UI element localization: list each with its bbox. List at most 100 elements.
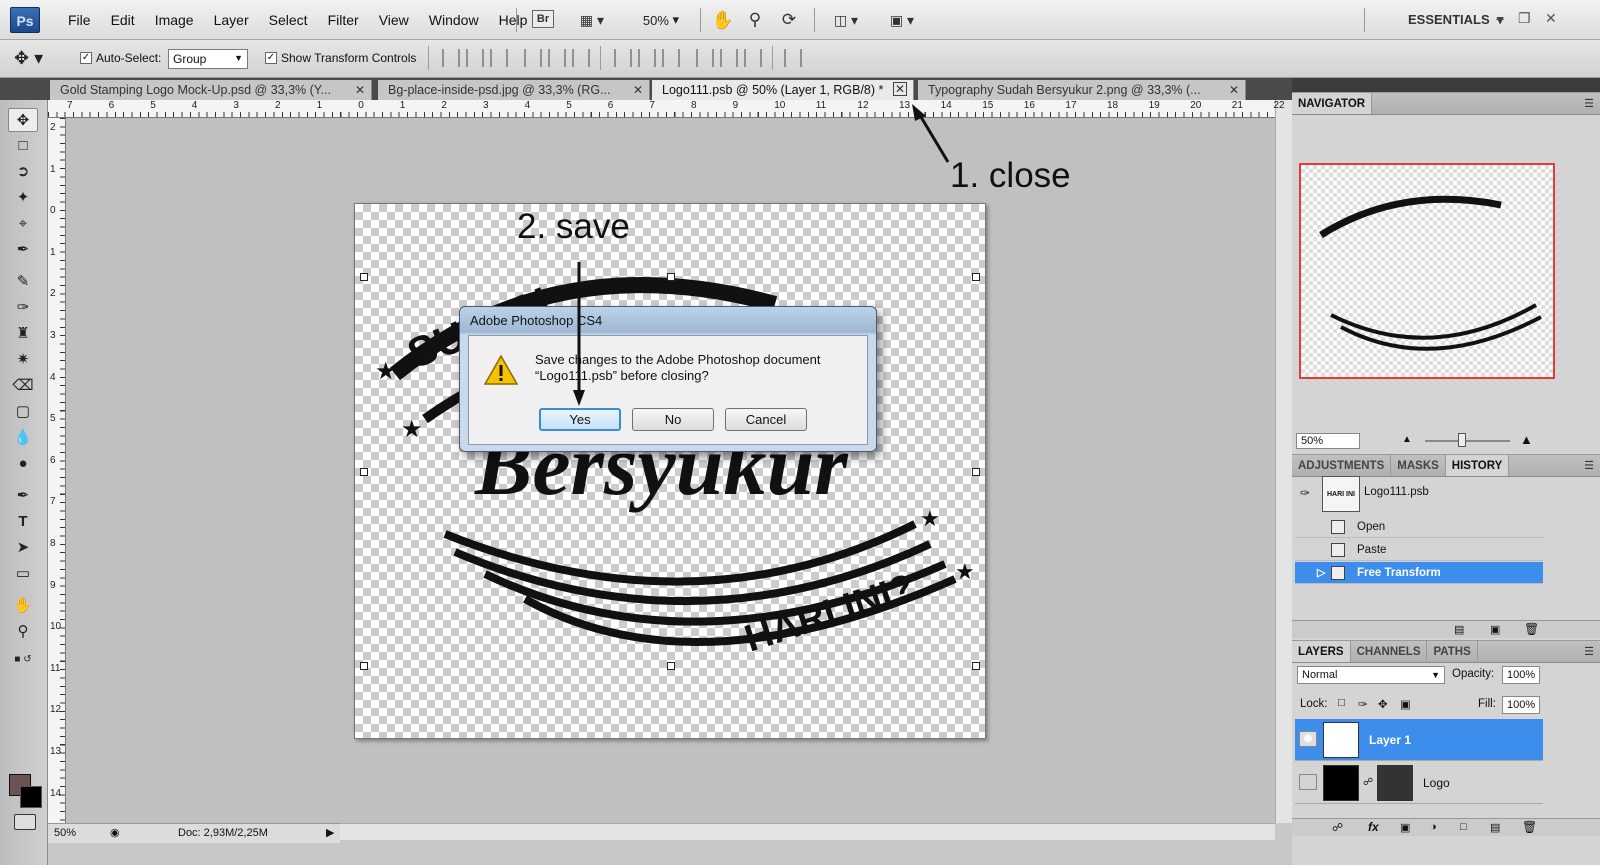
history-brush-tool-icon[interactable]: ✷ — [8, 348, 38, 372]
hand-tool-icon[interactable]: ✋ — [8, 594, 38, 618]
crop-tool-icon[interactable]: ⌖ — [8, 212, 38, 236]
new-layer-icon[interactable]: ▤ — [1490, 821, 1500, 834]
tab-paths[interactable]: PATHS — [1427, 641, 1478, 662]
menu-image[interactable]: Image — [145, 0, 204, 40]
zoom-out-icon[interactable]: ▲ — [1402, 434, 1412, 445]
document-canvas[interactable]: ★ ★ SUDAH Bersyukur HARI INI? ★ ★ — [354, 203, 986, 739]
menu-layer[interactable]: Layer — [204, 0, 259, 40]
transform-handle[interactable] — [667, 662, 675, 670]
auto-select-dropdown[interactable]: Group ▼ — [168, 49, 248, 69]
align-hcenter-icon[interactable] — [548, 49, 566, 67]
lock-all-icon[interactable]: ▣ — [1400, 697, 1411, 711]
tab-channels[interactable]: CHANNELS — [1351, 641, 1428, 662]
view-extras-icon[interactable]: ▦ ▾ — [572, 10, 612, 30]
delete-layer-icon[interactable]: 🗑 — [1522, 820, 1537, 834]
distribute-right-icon[interactable] — [744, 49, 762, 67]
document-tab[interactable]: Gold Stamping Logo Mock-Up.psd @ 33,3% (… — [50, 80, 372, 100]
document-tab-active[interactable]: Logo111.psb @ 50% (Layer 1, RGB/8) * ✕ — [652, 80, 914, 100]
opacity-field[interactable]: 100% — [1502, 666, 1540, 684]
tab-navigator[interactable]: NAVIGATOR — [1292, 93, 1373, 114]
history-state[interactable]: Paste — [1295, 539, 1543, 561]
swap-colors-icon[interactable]: ■ ↺ — [8, 648, 38, 672]
distribute-hcenter-icon[interactable] — [720, 49, 738, 67]
zoom-level-dropdown[interactable]: 50% ▾ — [636, 10, 686, 30]
history-state[interactable]: Open — [1295, 516, 1543, 538]
hand-tool-icon[interactable]: ✋ — [712, 10, 734, 30]
zoom-tool-icon[interactable]: ⚲ — [744, 10, 766, 30]
eraser-tool-icon[interactable]: ⌫ — [8, 374, 38, 398]
tab-layers[interactable]: LAYERS — [1292, 641, 1351, 662]
clone-stamp-tool-icon[interactable]: ♜ — [8, 322, 38, 346]
canvas-area[interactable]: ★ ★ SUDAH Bersyukur HARI INI? ★ ★ — [66, 118, 1275, 823]
panel-menu-icon[interactable]: ☰ — [1584, 97, 1594, 110]
blur-tool-icon[interactable]: 💧 — [8, 426, 38, 450]
vertical-scrollbar[interactable] — [1275, 100, 1292, 823]
link-layers-icon[interactable]: ☍ — [1332, 821, 1343, 834]
auto-align-layers-icon[interactable] — [784, 49, 802, 67]
tab-adjustments[interactable]: ADJUSTMENTS — [1292, 455, 1392, 476]
transform-handle[interactable] — [360, 662, 368, 670]
close-tab-icon[interactable]: ✕ — [355, 80, 365, 100]
close-window-icon[interactable]: ✕ — [1545, 10, 1557, 27]
restore-icon[interactable]: ❐ — [1518, 10, 1531, 27]
pen-tool-icon[interactable]: ✒ — [8, 484, 38, 508]
navigator-zoom-knob[interactable] — [1458, 433, 1466, 447]
menu-help[interactable]: Help — [489, 0, 538, 40]
menu-view[interactable]: View — [369, 0, 419, 40]
distribute-top-icon[interactable] — [614, 49, 632, 67]
menu-edit[interactable]: Edit — [101, 0, 145, 40]
panel-menu-icon[interactable]: ☰ — [1584, 459, 1594, 472]
status-zoom[interactable]: 50% — [54, 827, 76, 839]
auto-select-checkbox[interactable]: ✓ Auto-Select: — [80, 51, 161, 65]
close-tab-icon[interactable]: ✕ — [633, 80, 643, 100]
marquee-tool-icon[interactable]: □ — [8, 134, 38, 158]
tab-history[interactable]: HISTORY — [1445, 455, 1510, 476]
transform-handle[interactable] — [972, 662, 980, 670]
menu-filter[interactable]: Filter — [318, 0, 369, 40]
move-tool-icon[interactable]: ✥ — [8, 108, 38, 132]
document-tab[interactable]: Typography Sudah Bersyukur 2.png @ 33,3%… — [918, 80, 1246, 100]
workspace-switcher[interactable]: ESSENTIALS ▾ — [1408, 0, 1503, 40]
lock-transparent-icon[interactable]: □ — [1338, 697, 1345, 709]
minimize-icon[interactable]: – — [1496, 10, 1504, 26]
history-brush-source-icon[interactable]: ✑ — [1300, 486, 1310, 500]
layer-row[interactable]: ☍ Logo — [1295, 762, 1543, 804]
close-tab-icon[interactable]: ✕ — [893, 82, 907, 96]
new-document-from-state-icon[interactable]: ▤ — [1454, 623, 1464, 636]
background-color-swatch[interactable] — [20, 786, 42, 808]
align-vcenter-icon[interactable] — [466, 49, 484, 67]
close-tab-icon[interactable]: ✕ — [1229, 80, 1239, 100]
status-info-icon[interactable]: ◉ — [110, 826, 120, 839]
type-tool-icon[interactable]: T — [8, 510, 38, 534]
zoom-in-icon[interactable]: ▲ — [1520, 432, 1533, 447]
transform-handle[interactable] — [972, 468, 980, 476]
transform-handle[interactable] — [972, 273, 980, 281]
path-selection-tool-icon[interactable]: ➤ — [8, 536, 38, 560]
history-state-selected[interactable]: ▷ Free Transform — [1295, 562, 1543, 584]
adjustment-layer-icon[interactable]: ◑ — [1430, 821, 1437, 833]
menu-select[interactable]: Select — [259, 0, 318, 40]
transform-handle[interactable] — [667, 273, 675, 281]
tab-masks[interactable]: MASKS — [1391, 455, 1446, 476]
shape-tool-icon[interactable]: ▭ — [8, 562, 38, 586]
layer-row-selected[interactable]: ◉ Layer 1 — [1295, 719, 1543, 761]
move-tool-preset-icon[interactable]: ✥ ▾ — [14, 48, 43, 69]
navigator-zoom-field[interactable]: 50% — [1296, 433, 1360, 449]
menu-window[interactable]: Window — [419, 0, 489, 40]
dodge-tool-icon[interactable]: ● — [8, 452, 38, 476]
gradient-tool-icon[interactable]: ▢ — [8, 400, 38, 424]
panel-menu-icon[interactable]: ☰ — [1584, 645, 1594, 658]
align-left-icon[interactable] — [524, 49, 542, 67]
distribute-bottom-icon[interactable] — [662, 49, 680, 67]
transform-handle[interactable] — [360, 273, 368, 281]
photoshop-logo[interactable]: Ps — [10, 7, 40, 33]
healing-brush-tool-icon[interactable]: ✎ — [8, 270, 38, 294]
zoom-tool-icon[interactable]: ⚲ — [8, 620, 38, 644]
lock-position-icon[interactable]: ✥ — [1378, 697, 1388, 711]
document-tab[interactable]: Bg-place-inside-psd.jpg @ 33,3% (RG... ✕ — [378, 80, 650, 100]
align-top-icon[interactable] — [442, 49, 460, 67]
layer-style-icon[interactable]: fx — [1368, 820, 1379, 834]
rotate-view-icon[interactable]: ⟳ — [778, 10, 800, 30]
navigator-thumbnail[interactable] — [1299, 163, 1555, 379]
history-snapshot-name[interactable]: Logo111.psb — [1364, 486, 1429, 498]
